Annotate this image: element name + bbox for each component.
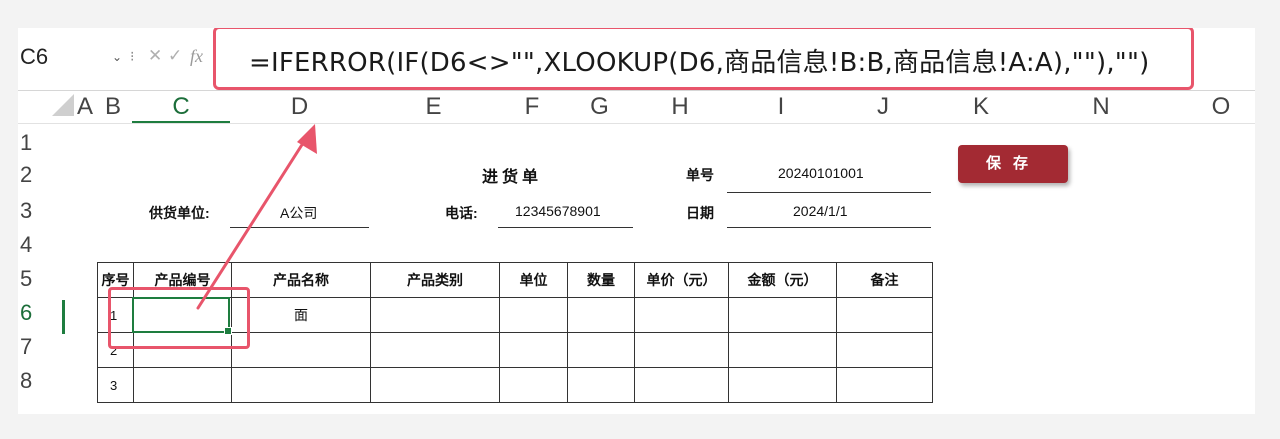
header-unit: 单位 — [499, 262, 568, 298]
cancel-icon[interactable]: ✕ — [148, 46, 162, 66]
cell-product-category[interactable] — [370, 332, 500, 368]
cell-remark[interactable] — [836, 367, 933, 403]
phone-value[interactable]: 12345678901 — [515, 203, 601, 219]
formula-highlight-box — [213, 28, 1194, 90]
cell-remark[interactable] — [836, 332, 933, 368]
col-header-j[interactable]: J — [835, 91, 931, 123]
row-header-5[interactable]: 5 — [18, 266, 65, 292]
supplier-underline — [230, 227, 369, 228]
insert-function-icon[interactable]: fx — [190, 46, 203, 67]
cell-amount[interactable] — [728, 367, 837, 403]
header-quantity: 数量 — [567, 262, 635, 298]
col-header-d[interactable]: D — [230, 91, 369, 123]
header-divider — [18, 123, 1255, 124]
col-header-f[interactable]: F — [498, 91, 566, 123]
cell-quantity[interactable] — [567, 332, 635, 368]
date-underline — [727, 227, 931, 228]
col-header-k[interactable]: K — [931, 91, 1031, 123]
select-all-corner[interactable] — [52, 94, 74, 116]
row-header-2[interactable]: 2 — [18, 162, 65, 188]
date-label: 日期 — [686, 205, 714, 221]
date-value[interactable]: 2024/1/1 — [793, 203, 848, 219]
order-no-label: 单号 — [686, 167, 714, 183]
col-header-c[interactable]: C — [132, 91, 230, 123]
cell-product-name[interactable] — [231, 367, 371, 403]
cell-unit[interactable] — [499, 332, 568, 368]
cell-product-name[interactable] — [231, 332, 371, 368]
cell-unit[interactable] — [499, 367, 568, 403]
cell-product-code[interactable] — [133, 367, 232, 403]
row-header-6[interactable]: 6 — [18, 300, 65, 326]
name-box[interactable]: C6 — [20, 44, 48, 70]
cell-unit-price[interactable] — [634, 367, 729, 403]
supplier-label: 供货单位: — [149, 205, 210, 221]
cell-product-category[interactable] — [370, 367, 500, 403]
col-header-g[interactable]: G — [566, 91, 633, 123]
order-no-value[interactable]: 20240101001 — [778, 165, 864, 181]
cell-amount[interactable] — [728, 332, 837, 368]
cell-quantity[interactable] — [567, 297, 635, 333]
row-header-7[interactable]: 7 — [18, 334, 65, 360]
cell-amount[interactable] — [728, 297, 837, 333]
col-header-o[interactable]: O — [1171, 91, 1255, 123]
col-header-i[interactable]: I — [727, 91, 835, 123]
col-header-a[interactable]: A — [76, 91, 94, 123]
name-box-dropdown-icon[interactable]: ⌄ — [112, 50, 122, 64]
phone-label: 电话: — [445, 205, 478, 221]
cell-unit[interactable] — [499, 297, 568, 333]
cell-product-name[interactable]: 面 — [231, 297, 371, 333]
col-header-e[interactable]: E — [369, 91, 498, 123]
col-header-b[interactable]: B — [94, 91, 132, 123]
cell-unit-price[interactable] — [634, 297, 729, 333]
cell-product-category[interactable] — [370, 297, 500, 333]
cell-unit-price[interactable] — [634, 332, 729, 368]
formula-bar-grip-icon: ⁝ — [130, 48, 135, 64]
order-no-underline — [727, 192, 931, 193]
row-header-4[interactable]: 4 — [18, 232, 65, 258]
arrow-head — [297, 124, 317, 154]
col-header-h[interactable]: H — [633, 91, 727, 123]
table-row: 3 — [97, 367, 933, 403]
header-remark: 备注 — [836, 262, 933, 298]
save-button[interactable]: 保存 — [958, 145, 1068, 183]
row-selection-indicator — [62, 300, 65, 334]
enter-icon[interactable]: ✓ — [168, 46, 182, 66]
supplier-value[interactable]: A公司 — [280, 203, 317, 223]
header-product-category: 产品类别 — [370, 262, 500, 298]
spreadsheet-window: C6 ⌄ ⁝ ✕ ✓ fx =IFERROR(IF(D6<>"",XLOOKUP… — [18, 28, 1255, 414]
cell-quantity[interactable] — [567, 367, 635, 403]
cell-seq[interactable]: 3 — [97, 367, 134, 403]
cell-highlight-box — [108, 287, 250, 349]
header-unit-price: 单价（元） — [634, 262, 729, 298]
header-product-name: 产品名称 — [231, 262, 371, 298]
row-header-8[interactable]: 8 — [18, 368, 65, 394]
phone-underline — [498, 227, 633, 228]
cell-remark[interactable] — [836, 297, 933, 333]
row-header-3[interactable]: 3 — [18, 198, 65, 224]
header-amount: 金额（元） — [728, 262, 837, 298]
row-header-1[interactable]: 1 — [18, 130, 65, 156]
sheet-title: 进货单 — [482, 169, 543, 186]
col-header-n[interactable]: N — [1031, 91, 1171, 123]
